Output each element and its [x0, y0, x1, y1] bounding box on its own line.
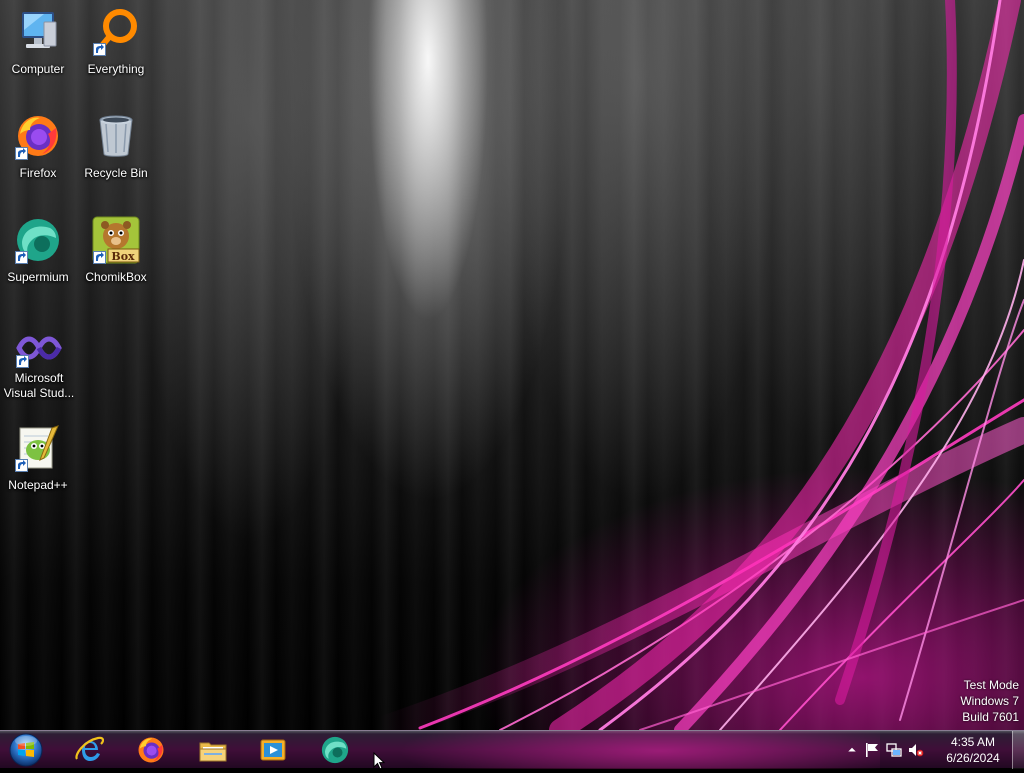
desktop-icon-firefox[interactable]: Firefox [0, 112, 76, 181]
internet-explorer-icon [75, 736, 104, 761]
taskbar-glow [380, 731, 880, 769]
recycle-bin-icon [99, 115, 133, 157]
system-tray [843, 731, 927, 769]
show-hidden-icons-arrow-icon[interactable] [846, 742, 858, 758]
computer-icon [22, 12, 57, 48]
show-desktop-button[interactable] [1012, 731, 1024, 769]
mouse-cursor-icon [373, 752, 385, 770]
desktop-icon-supermium[interactable]: Supermium [0, 216, 76, 285]
taskbar-supermium-button[interactable] [308, 732, 362, 768]
desktop-wallpaper [0, 0, 1024, 730]
taskbar-windows-explorer-button[interactable] [186, 732, 240, 768]
desktop-icon-computer[interactable]: Computer [0, 8, 76, 77]
shortcut-arrow-icon [15, 459, 28, 472]
firefox-icon [138, 737, 164, 763]
desktop-icon-label: Notepad++ [8, 478, 68, 492]
desktop-icon-everything[interactable]: Everything [78, 8, 154, 77]
volume-muted-icon[interactable] [908, 742, 924, 758]
supermium-icon [321, 736, 349, 764]
taskbar-clock[interactable]: 4:35 AM 6/26/2024 [936, 734, 1010, 766]
desktop-icon-label: Firefox [19, 166, 57, 180]
shortcut-arrow-icon [15, 251, 28, 264]
network-icon[interactable] [886, 742, 902, 758]
start-button[interactable] [7, 732, 45, 768]
taskbar: 4:35 AM 6/26/2024 [0, 730, 1024, 769]
desktop-icon-label: Everything [87, 62, 145, 76]
watermark-line-3: Build 7601 [962, 710, 1019, 724]
watermark-line-2: Windows 7 [960, 694, 1019, 708]
media-player-icon [260, 739, 286, 761]
taskbar-media-player-button[interactable] [246, 732, 300, 768]
taskbar-firefox-button[interactable] [124, 732, 178, 768]
taskbar-internet-explorer-button[interactable] [62, 732, 116, 768]
desktop-icon-label: ChomikBox [85, 270, 147, 284]
shortcut-arrow-icon [93, 251, 106, 264]
desktop-icon-recycle-bin[interactable]: Recycle Bin [78, 112, 154, 181]
desktop-icon-label: Recycle Bin [84, 166, 148, 180]
desktop-icon-visual-studio[interactable]: Microsoft Visual Stud... [0, 328, 78, 401]
desktop-icon-chomikbox[interactable]: Box ChomikBox [78, 216, 154, 285]
clock-time: 4:35 AM [950, 735, 996, 749]
shortcut-arrow-icon [16, 355, 29, 368]
action-center-flag-icon[interactable] [864, 742, 880, 758]
desktop-icon-label: Computer [11, 62, 65, 76]
shortcut-arrow-icon [93, 43, 106, 56]
chomikbox-badge-text: Box [111, 250, 135, 263]
test-mode-watermark: Test Mode Windows 7 Build 7601 [960, 677, 1019, 725]
clock-date: 6/26/2024 [946, 751, 1000, 765]
watermark-line-1: Test Mode [963, 678, 1019, 692]
shortcut-arrow-icon [15, 147, 28, 160]
desktop-icon-label: Supermium [7, 270, 69, 284]
wallpaper-pink-streaks [367, 0, 1024, 730]
windows-explorer-icon [199, 742, 227, 762]
desktop-icon-label: Microsoft Visual Stud... [3, 371, 75, 400]
windows-start-orb-icon [9, 733, 43, 767]
desktop-icon-notepad-plus-plus[interactable]: Notepad++ [0, 424, 76, 493]
